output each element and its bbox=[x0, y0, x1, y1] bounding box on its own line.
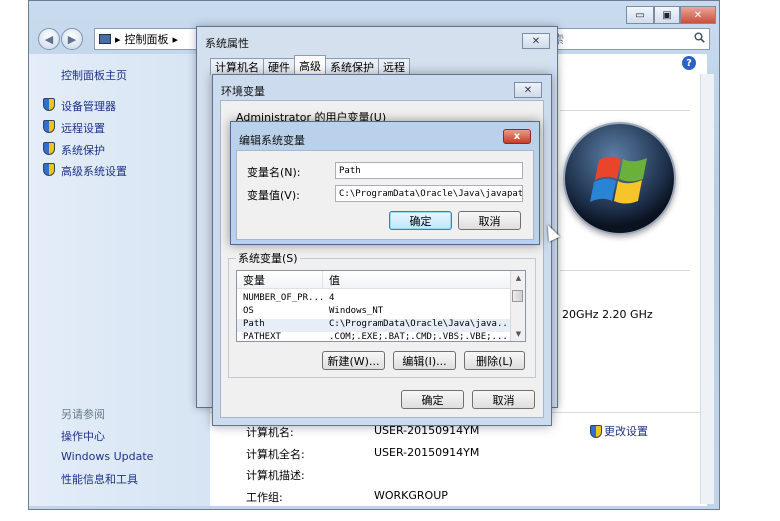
advanced-settings-link[interactable]: 高级系统设置 bbox=[61, 163, 127, 179]
back-icon[interactable]: ◀ bbox=[38, 28, 60, 50]
description-label: 计算机描述: bbox=[246, 469, 305, 482]
system-protection-link[interactable]: 系统保护 bbox=[61, 142, 105, 158]
divider bbox=[560, 110, 690, 111]
change-settings-link[interactable]: 更改设置 bbox=[590, 423, 648, 439]
scrollbar[interactable] bbox=[700, 74, 714, 504]
column-header-value[interactable]: 值 bbox=[323, 271, 513, 289]
var-name: OS bbox=[243, 306, 254, 316]
left-nav-panel: 控制面板主页 设备管理器 远程设置 系统保护 高级系统设置 另请参阅 操作中心 … bbox=[29, 54, 210, 506]
windows-logo-icon bbox=[563, 122, 676, 235]
control-panel-home-link[interactable]: 控制面板主页 bbox=[61, 67, 127, 83]
system-vars-table[interactable]: 变量 值 NUMBER_OF_PR... 4 OS Windows_NT Pat… bbox=[236, 270, 526, 342]
close-button[interactable]: x bbox=[503, 129, 531, 144]
system-vars-label: 系统变量(S) bbox=[236, 250, 300, 266]
tab-system-protection[interactable]: 系统保护 bbox=[325, 58, 379, 75]
tab-computer-name[interactable]: 计算机名 bbox=[210, 58, 264, 75]
workgroup-value: WORKGROUP bbox=[374, 489, 448, 502]
var-value: C:\ProgramData\Oracle\Java\java... bbox=[329, 319, 509, 329]
delete-button[interactable]: 删除(L) bbox=[464, 351, 525, 370]
change-settings-label: 更改设置 bbox=[604, 425, 648, 438]
ok-button[interactable]: 确定 bbox=[401, 390, 464, 409]
var-name: PATHEXT bbox=[243, 332, 281, 342]
shield-icon bbox=[43, 98, 55, 111]
table-row[interactable]: OS Windows_NT bbox=[237, 306, 512, 319]
cancel-button[interactable]: 取消 bbox=[458, 211, 521, 230]
table-row[interactable]: NUMBER_OF_PR... 4 bbox=[237, 293, 512, 306]
new-button[interactable]: 新建(W)... bbox=[322, 351, 385, 370]
shield-icon bbox=[43, 142, 55, 155]
table-scrollbar[interactable]: ▲ ▼ bbox=[510, 271, 525, 341]
search-input[interactable]: 索 bbox=[548, 28, 710, 50]
var-value-label: 变量值(V): bbox=[247, 189, 300, 202]
cancel-button[interactable]: 取消 bbox=[472, 390, 535, 409]
dialog-title: 系统属性 bbox=[205, 37, 249, 50]
var-value: .COM;.EXE;.BAT;.CMD;.VBS;.VBE;... bbox=[329, 332, 508, 342]
shield-icon bbox=[43, 163, 55, 176]
full-name-value: USER-20150914YM bbox=[374, 446, 480, 459]
breadcrumb-sep-icon: ▸ bbox=[115, 32, 121, 46]
action-center-link[interactable]: 操作中心 bbox=[61, 428, 105, 444]
breadcrumb-sep-icon: ▸ bbox=[172, 32, 179, 46]
forward-icon[interactable]: ▶ bbox=[61, 28, 83, 50]
var-name: NUMBER_OF_PR... bbox=[243, 293, 323, 303]
var-name-label: 变量名(N): bbox=[247, 166, 301, 179]
close-button[interactable]: ✕ bbox=[680, 6, 716, 24]
edit-button[interactable]: 编辑(I)... bbox=[393, 351, 456, 370]
var-name-field[interactable]: Path bbox=[335, 162, 523, 179]
var-name: Path bbox=[243, 319, 265, 329]
scroll-thumb[interactable] bbox=[512, 290, 523, 302]
tab-hardware[interactable]: 硬件 bbox=[263, 58, 295, 75]
tab-remote[interactable]: 远程 bbox=[378, 58, 410, 75]
var-value: 4 bbox=[329, 293, 335, 303]
breadcrumb[interactable]: 控制面板 bbox=[125, 31, 169, 47]
tab-bar: 计算机名 硬件 高级 系统保护 远程 bbox=[210, 55, 410, 75]
search-icon[interactable] bbox=[694, 32, 705, 46]
table-row-selected[interactable]: Path C:\ProgramData\Oracle\Java\java... bbox=[237, 319, 512, 332]
see-also-title: 另请参阅 bbox=[61, 408, 105, 421]
performance-info-link[interactable]: 性能信息和工具 bbox=[61, 471, 138, 487]
column-header-variable[interactable]: 变量 bbox=[237, 271, 323, 289]
shield-icon bbox=[590, 424, 602, 438]
scroll-down-icon[interactable]: ▼ bbox=[511, 327, 526, 341]
window-controls: ▭ ▣ ✕ bbox=[626, 6, 716, 24]
close-button[interactable]: ✕ bbox=[514, 82, 542, 98]
ok-button[interactable]: 确定 bbox=[389, 211, 452, 230]
scroll-up-icon[interactable]: ▲ bbox=[511, 271, 526, 285]
divider bbox=[560, 270, 690, 271]
var-value-field[interactable]: C:\ProgramData\Oracle\Java\javapath bbox=[335, 185, 523, 202]
computer-icon bbox=[99, 34, 111, 44]
workgroup-label: 工作组: bbox=[246, 491, 283, 504]
full-name-label: 计算机全名: bbox=[246, 448, 305, 461]
computer-name-label: 计算机名: bbox=[246, 426, 294, 439]
var-value: Windows_NT bbox=[329, 306, 384, 316]
shield-icon bbox=[43, 120, 55, 133]
nav-buttons: ◀ ▶ bbox=[38, 28, 83, 50]
device-manager-link[interactable]: 设备管理器 bbox=[61, 98, 116, 114]
dialog-title: 编辑系统变量 bbox=[239, 134, 305, 147]
remote-settings-link[interactable]: 远程设置 bbox=[61, 120, 105, 136]
address-bar[interactable]: ▸ 控制面板 ▸ bbox=[94, 28, 204, 50]
windows-update-link[interactable]: Windows Update bbox=[61, 450, 153, 463]
tab-advanced[interactable]: 高级 bbox=[294, 55, 326, 75]
help-icon[interactable]: ? bbox=[682, 56, 696, 70]
processor-speed: 20GHz 2.20 GHz bbox=[562, 308, 653, 321]
close-button[interactable]: ✕ bbox=[522, 33, 550, 49]
maximize-button[interactable]: ▣ bbox=[654, 6, 680, 24]
minimize-button[interactable]: ▭ bbox=[626, 6, 654, 24]
dialog-title: 环境变量 bbox=[221, 85, 265, 98]
table-row[interactable]: PATHEXT .COM;.EXE;.BAT;.CMD;.VBS;.VBE;..… bbox=[237, 332, 512, 342]
